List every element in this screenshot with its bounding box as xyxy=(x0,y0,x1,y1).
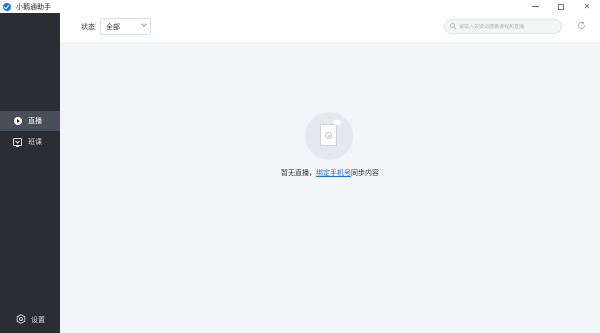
window-controls: ✕ xyxy=(522,0,600,13)
book-icon xyxy=(320,124,337,146)
minimize-button[interactable] xyxy=(522,0,548,13)
status-filter-label: 状态 xyxy=(81,23,95,31)
app-logo-icon xyxy=(3,2,11,11)
empty-state-illustration xyxy=(305,112,353,160)
search-icon xyxy=(450,22,456,31)
sidebar-item-label: 班课 xyxy=(28,138,42,146)
play-circle-icon xyxy=(13,117,22,126)
maximize-button[interactable] xyxy=(548,0,574,13)
sidebar-item-live[interactable]: 直播 xyxy=(0,111,60,131)
sidebar: 直播 班课 设置 xyxy=(0,13,60,333)
status-filter-value: 全部 xyxy=(106,22,120,31)
bind-phone-link[interactable]: 绑定手机号 xyxy=(316,169,351,177)
status-filter-select[interactable]: 全部 xyxy=(100,18,151,35)
main-content: 暂无直播，绑定手机号同步内容 xyxy=(60,42,600,333)
close-button[interactable]: ✕ xyxy=(574,0,600,13)
sidebar-item-label: 直播 xyxy=(28,117,42,125)
empty-state-text: 暂无直播， xyxy=(281,169,316,177)
cloud-icon xyxy=(333,120,341,125)
settings-button[interactable]: 设置 xyxy=(0,307,60,333)
close-icon: ✕ xyxy=(583,2,591,11)
toolbar: 状态 全部 xyxy=(60,13,600,42)
window-title: 小鹅通助手 xyxy=(16,2,51,11)
maximize-icon xyxy=(558,3,564,10)
sidebar-item-class[interactable]: 班课 xyxy=(0,132,60,152)
refresh-icon xyxy=(577,21,586,32)
search-box[interactable] xyxy=(444,19,562,34)
title-bar: 小鹅通助手 ✕ xyxy=(0,0,600,13)
settings-label: 设置 xyxy=(31,316,45,324)
empty-state-message: 暂无直播，绑定手机号同步内容 xyxy=(60,168,600,178)
gear-icon xyxy=(16,314,26,326)
empty-state-suffix: 同步内容 xyxy=(351,169,379,177)
class-icon xyxy=(13,137,22,147)
minimize-icon xyxy=(531,6,539,7)
refresh-button[interactable] xyxy=(576,21,586,31)
search-input[interactable] xyxy=(459,23,559,30)
chevron-down-icon xyxy=(141,21,147,27)
